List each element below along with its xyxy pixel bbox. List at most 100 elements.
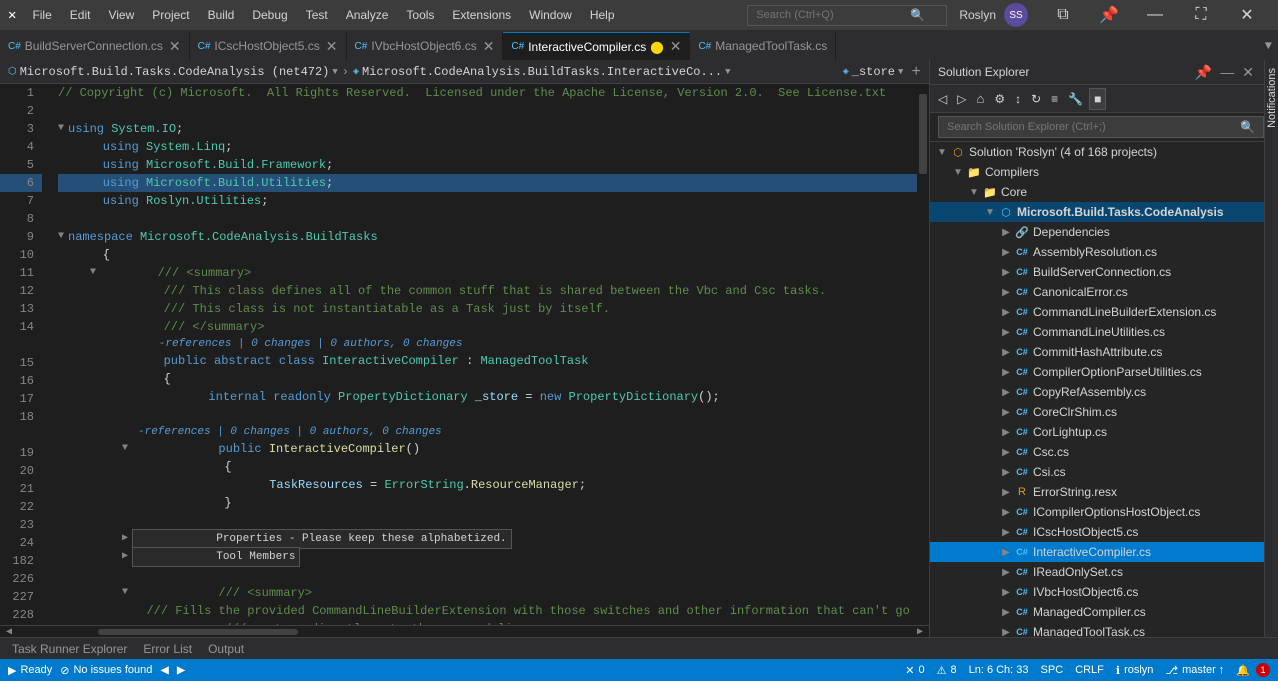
breadcrumb-namespace[interactable]: ◈ Microsoft.CodeAnalysis.BuildTasks.Inte… <box>353 65 731 79</box>
solution-tree[interactable]: ▼ ⬡ Solution 'Roslyn' (4 of 168 projects… <box>930 142 1264 637</box>
h-scrollbar-track[interactable] <box>18 628 911 636</box>
se-refresh-button[interactable]: ↻ <box>1027 88 1045 110</box>
menu-test[interactable]: Test <box>298 6 336 24</box>
se-commandlineutilities[interactable]: ▶ C# CommandLineUtilities.cs <box>930 322 1264 342</box>
menu-view[interactable]: View <box>100 6 142 24</box>
horizontal-scrollbar[interactable]: ◀ ▶ <box>0 625 929 637</box>
se-interactivecompiler[interactable]: ▶ C# InteractiveCompiler.cs <box>930 542 1264 562</box>
h-scrollbar-thumb[interactable] <box>98 629 298 635</box>
tab-close-icon[interactable]: ✕ <box>326 38 338 55</box>
scrollbar-thumb[interactable] <box>919 94 927 174</box>
notification-bell[interactable]: 🔔1 <box>1236 663 1270 677</box>
code-content[interactable]: // Copyright (c) Microsoft. All Rights R… <box>50 84 917 625</box>
menu-window[interactable]: Window <box>521 6 580 24</box>
tab-managedtool[interactable]: C# ManagedToolTask.cs <box>690 32 836 60</box>
se-ireadonlyset[interactable]: ▶ C# IReadOnlySet.cs <box>930 562 1264 582</box>
se-settings-button[interactable]: ⚙ <box>990 88 1009 110</box>
status-warnings[interactable]: ⚠ 8 <box>937 664 957 677</box>
tab-close-icon[interactable]: ✕ <box>169 38 181 55</box>
se-copyref[interactable]: ▶ C# CopyRefAssembly.cs <box>930 382 1264 402</box>
menu-tools[interactable]: Tools <box>398 6 442 24</box>
se-minimize-button[interactable]: — <box>1218 62 1236 82</box>
se-home-button[interactable]: ⌂ <box>972 88 988 110</box>
status-encoding[interactable]: SPC <box>1041 664 1064 676</box>
expand-icon-182[interactable]: ▶ <box>122 548 132 566</box>
bottom-tab-output[interactable]: Output <box>200 640 252 658</box>
collapse-icon-11[interactable]: ▼ <box>90 264 100 282</box>
se-search-input[interactable] <box>947 121 1240 133</box>
se-icompileroptions[interactable]: ▶ C# ICompilerOptionsHostObject.cs <box>930 502 1264 522</box>
se-commandlinebuilder[interactable]: ▶ C# CommandLineBuilderExtension.cs <box>930 302 1264 322</box>
bottom-tab-errorlist[interactable]: Error List <box>135 640 200 658</box>
tab-ivbchost[interactable]: C# IVbcHostObject6.cs ✕ <box>347 32 504 60</box>
se-search-box[interactable]: 🔍 <box>938 116 1264 138</box>
se-close-button[interactable]: ✕ <box>1240 62 1256 83</box>
se-coreclrshim[interactable]: ▶ C# CoreClrShim.cs <box>930 402 1264 422</box>
profile-name[interactable]: Roslyn <box>959 8 996 22</box>
scroll-left-arrow[interactable]: ◀ <box>0 626 18 638</box>
se-csics[interactable]: ▶ C# Csi.cs <box>930 462 1264 482</box>
se-forward-button[interactable]: ▷ <box>953 88 970 110</box>
vertical-scrollbar[interactable] <box>917 84 929 625</box>
se-commithash[interactable]: ▶ C# CommitHashAttribute.cs <box>930 342 1264 362</box>
layout-icon[interactable]: ⧉ <box>1040 0 1086 30</box>
menu-analyze[interactable]: Analyze <box>338 6 397 24</box>
status-nav-right[interactable]: ▶ <box>177 662 185 679</box>
status-info[interactable]: ℹ roslyn <box>1116 664 1154 677</box>
se-buildserver[interactable]: ▶ C# BuildServerConnection.cs <box>930 262 1264 282</box>
bottom-tab-taskrunner[interactable]: Task Runner Explorer <box>4 640 135 658</box>
expand-icon-24[interactable]: ▶ <box>122 530 132 548</box>
minimize-button[interactable]: — <box>1132 0 1178 30</box>
status-nav-left[interactable]: ◀ <box>160 662 168 679</box>
user-avatar[interactable]: SS <box>1004 3 1028 27</box>
tab-overflow-button[interactable]: ▼ <box>1259 32 1278 60</box>
collapse-icon-19[interactable]: ▼ <box>122 440 132 458</box>
se-back-button[interactable]: ◁ <box>934 88 951 110</box>
status-position[interactable]: Ln: 6 Ch: 33 <box>969 664 1029 676</box>
scroll-right-arrow[interactable]: ▶ <box>911 626 929 638</box>
se-mbtca[interactable]: ▼ ⬡ Microsoft.Build.Tasks.CodeAnalysis <box>930 202 1264 222</box>
tab-close-icon[interactable]: ✕ <box>670 38 682 55</box>
menu-project[interactable]: Project <box>144 6 197 24</box>
breadcrumb-assembly[interactable]: ⬡ Microsoft.Build.Tasks.CodeAnalysis (ne… <box>8 65 338 79</box>
tab-close-icon[interactable]: ✕ <box>483 38 495 55</box>
menu-build[interactable]: Build <box>200 6 243 24</box>
collapse-icon-227[interactable]: ▼ <box>122 584 132 602</box>
se-compileroption[interactable]: ▶ C# CompilerOptionParseUtilities.cs <box>930 362 1264 382</box>
tab-interactivecompiler[interactable]: C# InteractiveCompiler.cs ⬤ ✕ <box>503 32 690 60</box>
se-pin-button[interactable]: 📌 <box>1193 62 1214 83</box>
notifications-panel[interactable]: Notifications <box>1264 60 1278 637</box>
se-dark-button[interactable]: ■ <box>1089 88 1106 110</box>
status-issues[interactable]: ⊘ No issues found <box>60 664 152 677</box>
se-icschost5[interactable]: ▶ C# ICscHostObject5.cs <box>930 522 1264 542</box>
status-lineending[interactable]: CRLF <box>1075 664 1104 676</box>
se-csccs[interactable]: ▶ C# Csc.cs <box>930 442 1264 462</box>
se-core[interactable]: ▼ 📁 Core <box>930 182 1264 202</box>
maximize-button[interactable]: ⛶ <box>1178 0 1224 30</box>
se-ivbchost6[interactable]: ▶ C# IVbcHostObject6.cs <box>930 582 1264 602</box>
code-editor[interactable]: 1 2 3 4 5 6 7 8 9 10 11 12 13 14 15 16 <box>0 84 929 625</box>
se-managedtool[interactable]: ▶ C# ManagedToolTask.cs <box>930 622 1264 637</box>
se-deps[interactable]: ▶ 🔗 Dependencies <box>930 222 1264 242</box>
menu-file[interactable]: File <box>24 6 59 24</box>
se-assemblyresolution[interactable]: ▶ C# AssemblyResolution.cs <box>930 242 1264 262</box>
se-tools-button[interactable]: 🔧 <box>1064 88 1087 110</box>
se-canonicalerror[interactable]: ▶ C# CanonicalError.cs <box>930 282 1264 302</box>
title-search-box[interactable]: 🔍 <box>747 5 947 26</box>
collapse-icon-3[interactable]: ▼ <box>58 120 68 138</box>
se-compilers[interactable]: ▼ 📁 Compilers <box>930 162 1264 182</box>
menu-help[interactable]: Help <box>582 6 623 24</box>
breadcrumb-add-icon[interactable]: + <box>911 63 921 81</box>
se-corlightup[interactable]: ▶ C# CorLightup.cs <box>930 422 1264 442</box>
se-root[interactable]: ▼ ⬡ Solution 'Roslyn' (4 of 168 projects… <box>930 142 1264 162</box>
se-errorstring[interactable]: ▶ R ErrorString.resx <box>930 482 1264 502</box>
status-errors[interactable]: ✕ 0 <box>905 664 924 677</box>
menu-debug[interactable]: Debug <box>244 6 295 24</box>
se-sort-button[interactable]: ≡ <box>1047 88 1062 110</box>
collapse-icon-9[interactable]: ▼ <box>58 228 68 246</box>
pin-icon[interactable]: 📌 <box>1086 0 1132 30</box>
tab-buildserver[interactable]: C# BuildServerConnection.cs ✕ <box>0 32 190 60</box>
title-search-input[interactable] <box>756 9 906 21</box>
status-branch[interactable]: ⎇ master ↑ <box>1165 664 1224 677</box>
menu-extensions[interactable]: Extensions <box>444 6 519 24</box>
